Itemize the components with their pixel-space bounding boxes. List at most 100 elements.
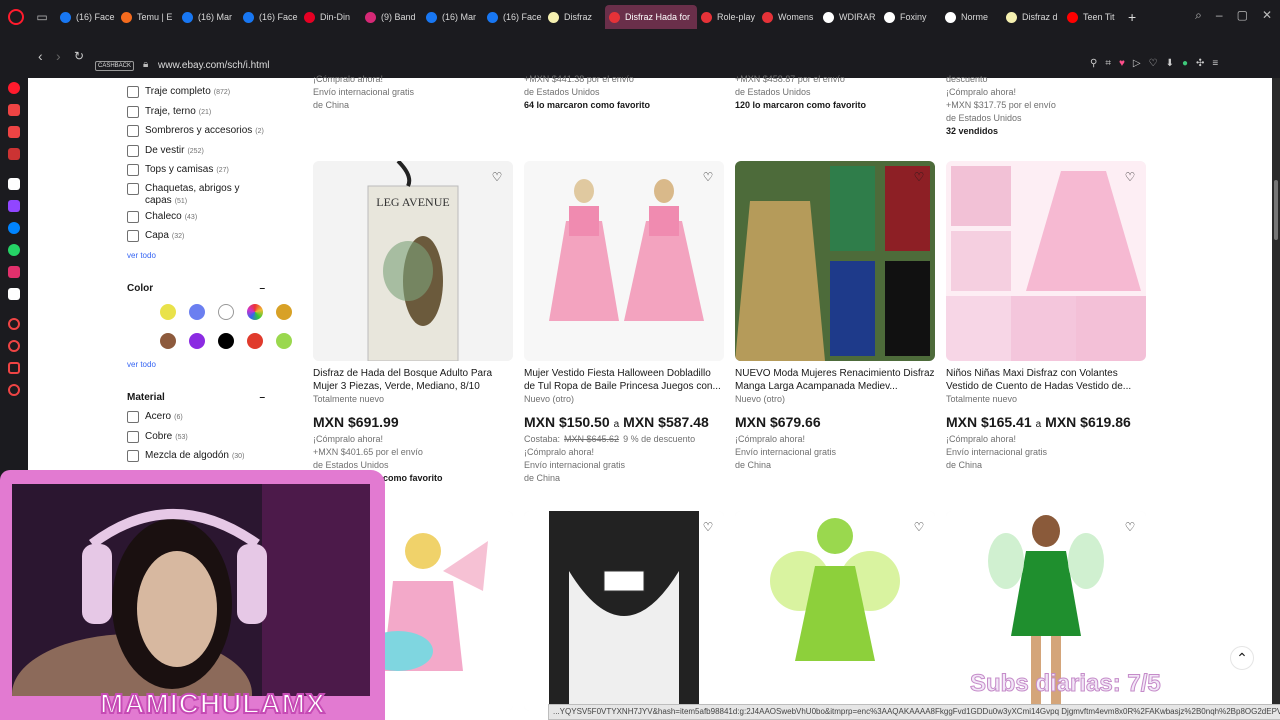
collapse-icon[interactable]: –: [259, 283, 265, 294]
collapse-icon[interactable]: –: [259, 392, 265, 403]
filter-option[interactable]: Traje completo (872): [127, 86, 267, 99]
minimize-icon[interactable]: –: [1216, 8, 1223, 23]
product-image[interactable]: LEG AVENUE: [313, 161, 513, 361]
color-swatch[interactable]: [160, 304, 176, 320]
filter-option[interactable]: Tops y camisas (27): [127, 164, 267, 177]
product-image[interactable]: [735, 161, 935, 361]
new-tab-icon[interactable]: +: [1128, 9, 1136, 25]
filter-option[interactable]: Acero (6): [127, 411, 267, 424]
product-image-wrap[interactable]: ♡: [946, 161, 1146, 361]
browser-tab[interactable]: Disfraz Hada for: [605, 5, 697, 29]
watch-heart-icon[interactable]: ♡: [911, 519, 927, 535]
browser-tab[interactable]: (16) Mar: [178, 5, 239, 29]
product-image-wrap[interactable]: ♡: [735, 511, 935, 711]
filter-option[interactable]: Cobre (53): [127, 431, 267, 444]
address-bar[interactable]: www.ebay.com/sch/i.html: [158, 60, 270, 71]
color-swatch[interactable]: [247, 333, 263, 349]
filter-checkbox[interactable]: [127, 125, 139, 137]
product-image-wrap[interactable]: ♡: [735, 161, 935, 361]
product-card[interactable]: ♡ Niños Niñas Maxi Disfraz con Volantes V…: [946, 161, 1146, 472]
whatsapp-icon[interactable]: [8, 244, 20, 256]
color-swatch[interactable]: [160, 333, 176, 349]
twitch-icon[interactable]: [8, 200, 20, 212]
browser-tab[interactable]: Disfraz d: [1002, 5, 1063, 29]
product-image[interactable]: [735, 511, 935, 711]
settings-icon[interactable]: [8, 384, 20, 396]
filter-checkbox[interactable]: [127, 164, 139, 176]
product-title[interactable]: NUEVO Moda Mujeres Renacimiento Disfraz …: [735, 367, 935, 393]
messenger-icon[interactable]: [8, 148, 20, 160]
scrollbar[interactable]: [1272, 78, 1280, 720]
browser-tab[interactable]: WDIRAR: [819, 5, 880, 29]
browser-tab[interactable]: Role-play: [697, 5, 758, 29]
product-title[interactable]: Mujer Vestido Fiesta Halloween Dobladill…: [524, 367, 724, 393]
browser-tab[interactable]: (9) Band: [361, 5, 422, 29]
filter-option[interactable]: Traje, terno (21): [127, 106, 267, 119]
browser-tab[interactable]: (16) Face: [239, 5, 300, 29]
cashback-badge[interactable]: CASHBACK: [95, 61, 135, 71]
filter-option[interactable]: Chaquetas, abrigos y capas (51): [127, 183, 267, 208]
filter-checkbox[interactable]: [127, 431, 139, 443]
watch-heart-icon[interactable]: ♡: [1122, 519, 1138, 535]
download-icon[interactable]: ⬇: [1166, 58, 1174, 69]
bookmark-icon[interactable]: ♡: [1149, 58, 1158, 69]
color-swatch[interactable]: [247, 304, 263, 320]
filter-checkbox[interactable]: [127, 411, 139, 423]
opera-logo-icon[interactable]: [8, 9, 24, 25]
pin-icon[interactable]: ⚲: [1090, 58, 1097, 69]
browser-tab[interactable]: Womens: [758, 5, 819, 29]
scroll-to-top-button[interactable]: ⌃: [1230, 646, 1254, 670]
reload-icon[interactable]: ↻: [74, 49, 84, 63]
extensions-icon[interactable]: [8, 362, 20, 374]
filter-checkbox[interactable]: [127, 183, 139, 195]
color-swatch[interactable]: [218, 304, 234, 320]
menu-icon[interactable]: ≡: [1212, 58, 1218, 69]
snapshot-icon[interactable]: ⌗: [1105, 58, 1111, 69]
product-image[interactable]: [524, 511, 724, 711]
browser-tab[interactable]: (16) Face: [56, 5, 117, 29]
maximize-icon[interactable]: ▢: [1237, 8, 1248, 23]
color-swatch[interactable]: [189, 304, 205, 320]
share-icon[interactable]: ▷: [1133, 58, 1141, 69]
scrollbar-thumb[interactable]: [1274, 180, 1278, 240]
close-window-icon[interactable]: ✕: [1262, 8, 1272, 23]
product-image-wrap[interactable]: ♡: [524, 511, 724, 711]
material-filter-heading[interactable]: Material –: [127, 392, 265, 403]
pocket-icon[interactable]: ♥: [1119, 58, 1125, 69]
filter-option[interactable]: De vestir (252): [127, 145, 267, 158]
browser-tab[interactable]: (16) Mar: [422, 5, 483, 29]
browser-tab[interactable]: Norme: [941, 5, 1002, 29]
facebook-messenger-icon[interactable]: [8, 222, 20, 234]
filter-option[interactable]: Mezcla de algodón (30): [127, 450, 267, 463]
workspace-icon[interactable]: [8, 104, 20, 116]
browser-tab[interactable]: Teen Tit: [1063, 5, 1124, 29]
product-image-wrap[interactable]: ♡: [524, 161, 724, 361]
instagram-icon[interactable]: [8, 266, 20, 278]
filter-checkbox[interactable]: [127, 211, 139, 223]
product-card[interactable]: LEG AVENUE ♡ Disfraz de Hada del Bosque Ad…: [313, 161, 513, 485]
browser-tab[interactable]: Foxiny: [880, 5, 941, 29]
watch-heart-icon[interactable]: ♡: [700, 519, 716, 535]
color-swatch[interactable]: [218, 333, 234, 349]
product-image[interactable]: [946, 161, 1146, 361]
aria-icon[interactable]: [8, 82, 20, 94]
filter-checkbox[interactable]: [127, 106, 139, 118]
filter-option[interactable]: Sombreros y accesorios (2): [127, 125, 267, 138]
filter-checkbox[interactable]: [127, 450, 139, 462]
watch-heart-icon[interactable]: ♡: [1122, 169, 1138, 185]
puzzle-icon[interactable]: ✣: [1196, 58, 1204, 69]
extension-icon[interactable]: ●: [1182, 58, 1188, 69]
app-icon[interactable]: [8, 178, 20, 190]
watch-heart-icon[interactable]: ♡: [700, 169, 716, 185]
product-title[interactable]: Niños Niñas Maxi Disfraz con Volantes Ve…: [946, 367, 1146, 393]
forward-icon[interactable]: ›: [56, 48, 61, 64]
filter-checkbox[interactable]: [127, 230, 139, 242]
filter-option[interactable]: Capa (32): [127, 230, 267, 243]
see-all-link[interactable]: ver todo: [127, 360, 156, 369]
history-icon[interactable]: [8, 340, 20, 352]
browser-tab[interactable]: Din-Din: [300, 5, 361, 29]
browser-tab[interactable]: Disfraz: [544, 5, 605, 29]
product-card[interactable]: ♡ Mujer Vestido Fiesta Halloween Dobladil…: [524, 161, 724, 485]
browser-tab[interactable]: (16) Face: [483, 5, 544, 29]
tab-overview-icon[interactable]: ▭: [34, 10, 50, 24]
